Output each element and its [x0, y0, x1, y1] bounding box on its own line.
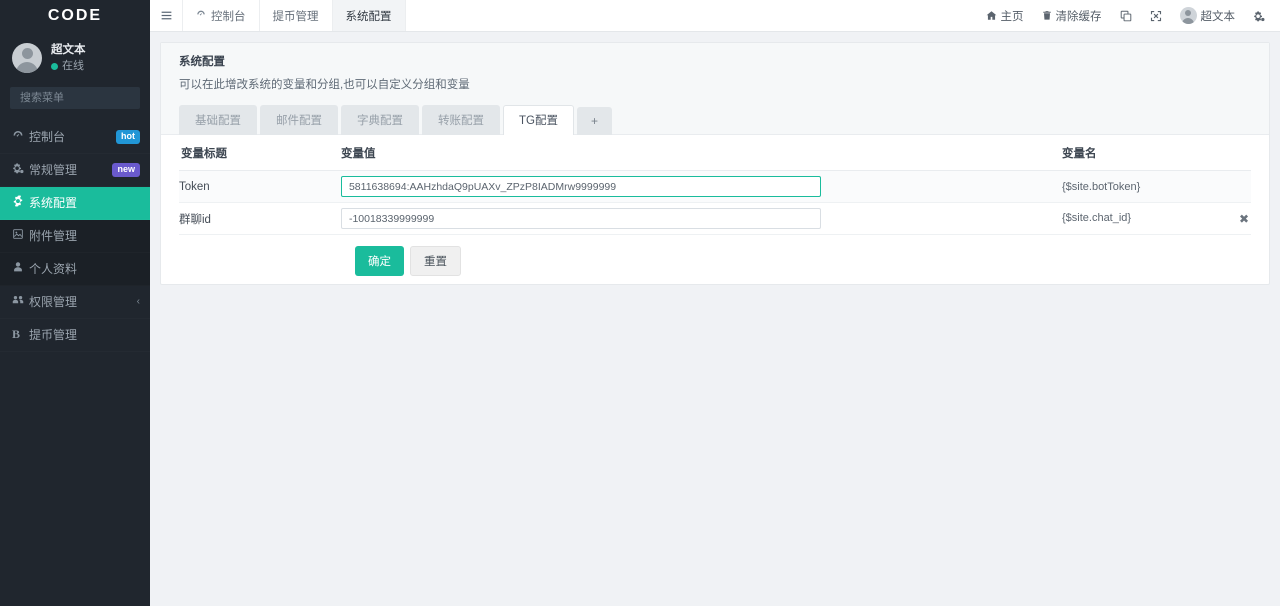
users-icon — [12, 294, 29, 309]
tab-transfer-config[interactable]: 转账配置 — [422, 105, 500, 135]
dashboard-icon — [196, 9, 206, 22]
top-tab-label: 提币管理 — [272, 10, 319, 23]
brand-logo[interactable]: CODE — [0, 0, 150, 32]
fullscreen-icon — [1150, 10, 1162, 22]
tab-tg-config[interactable]: TG配置 — [503, 105, 574, 135]
user-menu-label: 超文本 — [1200, 10, 1236, 23]
user-menu-button[interactable]: 超文本 — [1171, 0, 1245, 32]
table-header: 变量标题 变量值 变量名 — [179, 135, 1251, 171]
sidebar-item-system-config[interactable]: 系统配置 — [0, 186, 150, 220]
trash-icon — [1042, 10, 1052, 21]
row-value-cell — [340, 170, 1062, 203]
row-title: 群聊id — [179, 202, 341, 235]
fullscreen-button[interactable] — [1141, 0, 1171, 32]
sidebar-search[interactable] — [10, 86, 175, 109]
row-variable-name: {$site.chat_id} — [1061, 211, 1132, 224]
settings-cog-icon — [1253, 10, 1265, 22]
sidebar-item-label: 权限管理 — [29, 295, 78, 310]
bitcoin-icon: B — [12, 327, 21, 342]
col-header-value: 变量值 — [340, 135, 1062, 171]
main-content: 系统配置 可以在此增改系统的变量和分组,也可以自定义分组和变量 基础配置 邮件配… — [150, 32, 1280, 606]
sidebar-item-console[interactable]: 控制台 hot — [0, 121, 150, 154]
home-label: 主页 — [1000, 10, 1024, 23]
sidebar-item-permissions[interactable]: 权限管理 ‹ — [0, 286, 150, 319]
sidebar-item-general[interactable]: 常规管理 new — [0, 154, 150, 187]
tab-basic-config[interactable]: 基础配置 — [179, 105, 257, 135]
sidebar-item-withdraw[interactable]: B 提币管理 — [0, 319, 150, 352]
add-tab-button[interactable]: + — [576, 107, 612, 135]
top-tab-console[interactable]: 控制台 — [182, 0, 260, 31]
profile-name: 超文本 — [51, 44, 86, 56]
sidebar-item-label: 附件管理 — [29, 229, 78, 244]
online-dot-icon — [51, 63, 58, 71]
sidebar-badge-hot: hot — [116, 129, 140, 144]
sidebar: CODE 超文本 在线 搜索菜单 控制台 hot 常规管理 new 系统配置 附… — [0, 0, 175, 606]
tab-dict-config[interactable]: 字典配置 — [341, 105, 419, 135]
form-actions: 确定 重置 — [179, 235, 1251, 276]
window-copy-button[interactable] — [1111, 0, 1141, 32]
top-tab-withdraw[interactable]: 提币管理 — [260, 0, 333, 31]
search-input[interactable] — [18, 90, 164, 105]
settings-button[interactable] — [1244, 0, 1274, 32]
hamburger-icon[interactable] — [150, 0, 182, 31]
tab-mail-config[interactable]: 邮件配置 — [260, 105, 338, 135]
panel-body: 变量标题 变量值 变量名 Token {$site.botTok — [161, 135, 1269, 276]
profile-status-label: 在线 — [62, 59, 84, 72]
config-tabs: 基础配置 邮件配置 字典配置 转账配置 TG配置 + — [179, 105, 1251, 135]
top-tab-label: 控制台 — [211, 10, 246, 23]
sidebar-item-label: 提币管理 — [29, 328, 78, 343]
sidebar-item-label: 个人资料 — [29, 262, 78, 277]
sidebar-badge-new: new — [112, 162, 140, 177]
window-copy-icon — [1120, 10, 1132, 22]
submit-button[interactable]: 确定 — [355, 246, 404, 276]
top-tab-label: 系统配置 — [345, 10, 392, 23]
token-input[interactable] — [340, 176, 821, 197]
clear-cache-button[interactable]: 清除缓存 — [1033, 0, 1111, 32]
chat-id-input[interactable] — [340, 208, 821, 229]
home-icon — [986, 10, 997, 21]
gear-icon — [12, 195, 29, 210]
sidebar-item-label: 系统配置 — [29, 196, 78, 211]
table-header-row: 变量标题 变量值 变量名 — [179, 135, 1251, 171]
table-row: Token {$site.botToken} — [179, 170, 1251, 203]
page-description: 可以在此增改系统的变量和分组,也可以自定义分组和变量 — [179, 79, 470, 91]
row-title: Token — [179, 170, 341, 203]
topbar-tabs: 控制台 提币管理 系统配置 — [182, 0, 406, 31]
topbar: 控制台 提币管理 系统配置 主页 清除缓存 超文本 — [150, 0, 1280, 32]
remove-row-icon[interactable]: ✖ — [1239, 212, 1249, 226]
profile-status: 在线 — [51, 59, 86, 75]
row-variable-name: {$site.botToken} — [1061, 180, 1141, 193]
sidebar-item-label: 控制台 — [29, 130, 66, 145]
table-body: Token {$site.botToken} 群聊id — [179, 170, 1251, 235]
row-name-cell: {$site.botToken} — [1061, 170, 1251, 203]
clear-cache-label: 清除缓存 — [1055, 10, 1102, 23]
app-root: CODE 超文本 在线 搜索菜单 控制台 hot 常规管理 new 系统配置 附… — [0, 0, 1280, 606]
image-file-icon — [12, 228, 29, 243]
user-icon — [12, 261, 29, 276]
top-tab-system-config[interactable]: 系统配置 — [332, 0, 406, 31]
sidebar-menu: 控制台 hot 常规管理 new 系统配置 附件管理 个人资料 权限管理 ‹ B… — [0, 121, 150, 352]
topbar-actions: 主页 清除缓存 超文本 — [977, 0, 1280, 31]
avatar — [12, 43, 42, 74]
chevron-left-icon: ‹ — [136, 296, 140, 308]
sidebar-item-label: 常规管理 — [29, 163, 78, 178]
col-header-title: 变量标题 — [179, 135, 341, 171]
system-config-panel: 系统配置 可以在此增改系统的变量和分组,也可以自定义分组和变量 基础配置 邮件配… — [160, 42, 1270, 285]
home-button[interactable]: 主页 — [977, 0, 1033, 32]
row-value-cell — [340, 202, 1062, 235]
config-table: 变量标题 变量值 变量名 Token {$site.botTok — [179, 135, 1251, 235]
reset-button[interactable]: 重置 — [410, 246, 461, 276]
dashboard-icon — [12, 129, 29, 144]
sidebar-item-attachments[interactable]: 附件管理 — [0, 219, 150, 253]
sidebar-item-profile[interactable]: 个人资料 — [0, 252, 150, 286]
sidebar-profile[interactable]: 超文本 在线 — [0, 32, 150, 87]
avatar-icon — [1179, 7, 1197, 24]
table-row: 群聊id {$site.chat_id} ✖ — [179, 202, 1251, 235]
panel-header: 系统配置 可以在此增改系统的变量和分组,也可以自定义分组和变量 基础配置 邮件配… — [161, 43, 1269, 135]
row-name-cell: {$site.chat_id} ✖ — [1061, 202, 1251, 235]
page-title: 系统配置 — [179, 56, 225, 68]
cogs-icon — [12, 162, 29, 177]
col-header-name: 变量名 — [1061, 135, 1251, 171]
